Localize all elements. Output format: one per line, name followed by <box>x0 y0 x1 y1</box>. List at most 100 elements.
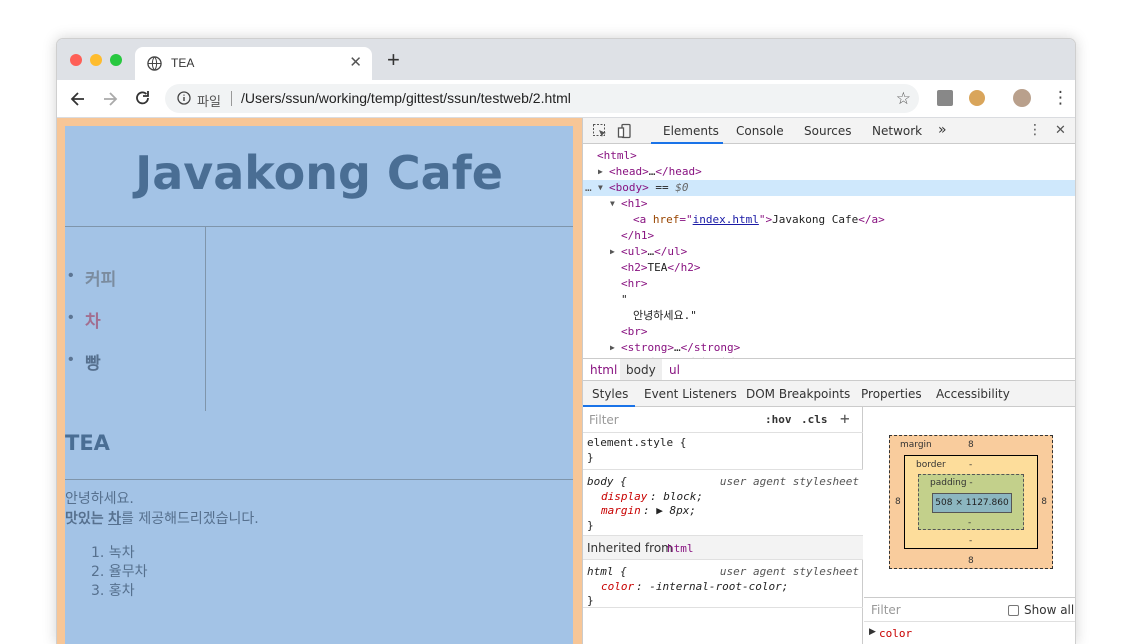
dom-node-row[interactable]: <h2>TEA</h2> <box>583 260 1075 276</box>
tab-styles[interactable]: Styles <box>592 387 628 401</box>
body-selector[interactable]: body { <box>587 475 627 488</box>
dom-node-row[interactable]: <html> <box>583 148 1075 164</box>
collapse-arrow-icon[interactable]: ▼ <box>610 196 615 212</box>
intro-line: 맛있는 차를 제공해드리겠습니다. <box>65 508 259 528</box>
box-margin[interactable]: margin 8 8 8 8 border - - padding - - 50… <box>889 435 1053 569</box>
dom-node-row[interactable]: … ▼ <body> == $0 <box>583 180 1075 196</box>
tab-console[interactable]: Console <box>736 124 784 138</box>
section-heading: TEA <box>65 431 110 455</box>
tab-network[interactable]: Network <box>872 124 922 138</box>
bookmark-star-icon[interactable]: ☆ <box>896 89 911 109</box>
zoom-window-button[interactable] <box>110 54 122 66</box>
browser-tab[interactable]: TEA ✕ <box>135 47 372 80</box>
close-brace: } <box>587 451 594 464</box>
minimize-window-button[interactable] <box>90 54 102 66</box>
styles-filter-input[interactable]: Filter <box>589 413 619 427</box>
hov-toggle[interactable]: :hov <box>765 413 792 426</box>
tab-event-listeners[interactable]: Event Listeners <box>644 387 737 401</box>
info-icon[interactable] <box>177 91 191 105</box>
margin-left-value[interactable]: 8 <box>895 497 901 507</box>
dom-node-row[interactable]: ▶ <ul>…</ul> <box>583 244 1075 260</box>
expand-arrow-icon[interactable]: ▶ <box>869 627 876 637</box>
reload-icon[interactable] <box>133 89 153 109</box>
border-top-value[interactable]: - <box>969 460 972 470</box>
prop-name[interactable]: color <box>601 580 634 593</box>
nav-item-coffee[interactable]: 커피 <box>85 265 116 290</box>
computed-filter-input[interactable]: Filter <box>871 603 901 617</box>
collapse-arrow-icon[interactable]: ▼ <box>598 180 603 196</box>
dom-node-row[interactable]: ▼ <h1> <box>583 196 1075 212</box>
back-icon[interactable] <box>68 89 88 109</box>
toolbar: 파일 /Users/ssun/working/temp/gittest/ssun… <box>57 80 1075 118</box>
new-tab-button[interactable]: + <box>387 49 400 71</box>
devtools-panel: Elements Console Sources Network » ⋮ ✕ <… <box>582 118 1075 644</box>
device-toolbar-icon[interactable] <box>617 123 633 139</box>
list-item: 2. 율무차 <box>91 564 148 580</box>
devtools-menu-icon[interactable]: ⋮ <box>1028 122 1042 138</box>
tab-sources[interactable]: Sources <box>804 124 851 138</box>
tab-title: TEA <box>171 56 195 70</box>
box-padding[interactable]: padding - - 508 × 1127.860 <box>918 474 1024 530</box>
margin-right-value[interactable]: 8 <box>1041 497 1047 507</box>
rule-source: user agent stylesheet <box>719 475 859 488</box>
inspect-element-icon[interactable] <box>592 123 608 139</box>
tab-accessibility[interactable]: Accessibility <box>936 387 1010 401</box>
dom-node-row[interactable]: ▶ <head>…</head> <box>583 164 1075 180</box>
computed-prop-name[interactable]: color <box>879 627 912 640</box>
expand-arrow-icon[interactable]: ▶ <box>610 244 615 260</box>
forward-icon[interactable] <box>100 89 120 109</box>
nav-list: • 커피 • 차 • 빵 <box>65 227 206 411</box>
menu-icon[interactable]: ⋮ <box>1052 89 1069 107</box>
bullet: • <box>68 351 74 368</box>
address-bar[interactable]: 파일 /Users/ssun/working/temp/gittest/ssun… <box>165 84 919 113</box>
add-rule-icon[interactable]: + <box>840 409 850 428</box>
dom-node-row[interactable]: <hr> <box>583 276 1075 292</box>
tab-dom-breakpoints[interactable]: DOM Breakpoints <box>746 387 850 401</box>
computed-filter-bar: Filter Show all <box>864 597 1075 621</box>
margin-bottom-value[interactable]: 8 <box>968 556 974 566</box>
prop-name[interactable]: margin <box>601 504 641 517</box>
cookie-extension-icon[interactable] <box>969 90 985 106</box>
border-bottom-value[interactable]: - <box>969 536 972 546</box>
breadcrumb-html[interactable]: html <box>590 363 617 377</box>
element-style-selector[interactable]: element.style { <box>587 436 686 449</box>
cls-toggle[interactable]: .cls <box>801 413 828 426</box>
extension-icon[interactable] <box>937 90 953 106</box>
close-devtools-icon[interactable]: ✕ <box>1055 123 1066 138</box>
dom-node-row[interactable]: </h1> <box>583 228 1075 244</box>
nav-item-tea[interactable]: 차 <box>85 307 101 332</box>
tea-link[interactable]: 차 <box>108 511 121 527</box>
show-all-checkbox[interactable] <box>1008 605 1019 616</box>
breadcrumb-ul[interactable]: ul <box>669 363 680 377</box>
rule-source: user agent stylesheet <box>719 565 859 578</box>
dom-node-row[interactable]: 안녕하세요." <box>583 308 1075 324</box>
padding-bottom-value[interactable]: - <box>968 518 971 528</box>
tab-properties[interactable]: Properties <box>861 387 922 401</box>
more-tabs-icon[interactable]: » <box>938 122 947 138</box>
node-menu-icon[interactable]: … <box>585 180 592 196</box>
prop-name[interactable]: display <box>601 490 647 503</box>
nav-item-bread[interactable]: 빵 <box>85 349 101 374</box>
expand-arrow-icon[interactable]: ▶ <box>598 164 603 180</box>
address-url[interactable]: /Users/ssun/working/temp/gittest/ssun/te… <box>241 90 571 106</box>
box-border[interactable]: border - - padding - - 508 × 1127.860 <box>904 455 1038 549</box>
page-heading-link[interactable]: Javakong Cafe <box>65 126 573 227</box>
expand-arrow-icon[interactable]: ▶ <box>610 340 615 356</box>
inherited-tag[interactable]: html <box>667 542 694 555</box>
dom-node-row[interactable]: ▶ <strong>…</strong> <box>583 340 1075 356</box>
close-tab-icon[interactable]: ✕ <box>349 53 362 71</box>
box-content-size[interactable]: 508 × 1127.860 <box>932 493 1012 513</box>
browser-window: TEA ✕ + 파일 /Users/ssun/working/temp/gitt… <box>56 38 1076 644</box>
dom-node-row[interactable]: " <box>583 292 1075 308</box>
computed-prop-row[interactable]: ▶ color <box>864 621 1075 644</box>
dom-node-row[interactable]: <br> <box>583 324 1075 340</box>
prop-value: : block; <box>650 490 703 503</box>
avatar[interactable] <box>1013 89 1031 107</box>
breadcrumb-body[interactable]: body <box>620 359 662 380</box>
close-window-button[interactable] <box>70 54 82 66</box>
page-body: Javakong Cafe • 커피 • 차 • 빵 TEA 안녕하세요. 맛있… <box>65 126 573 644</box>
tab-elements[interactable]: Elements <box>663 124 719 138</box>
dom-node-row[interactable]: <a href="index.html">Javakong Cafe</a> <box>583 212 1075 228</box>
html-selector[interactable]: html { <box>587 565 627 578</box>
margin-top-value[interactable]: 8 <box>968 440 974 450</box>
